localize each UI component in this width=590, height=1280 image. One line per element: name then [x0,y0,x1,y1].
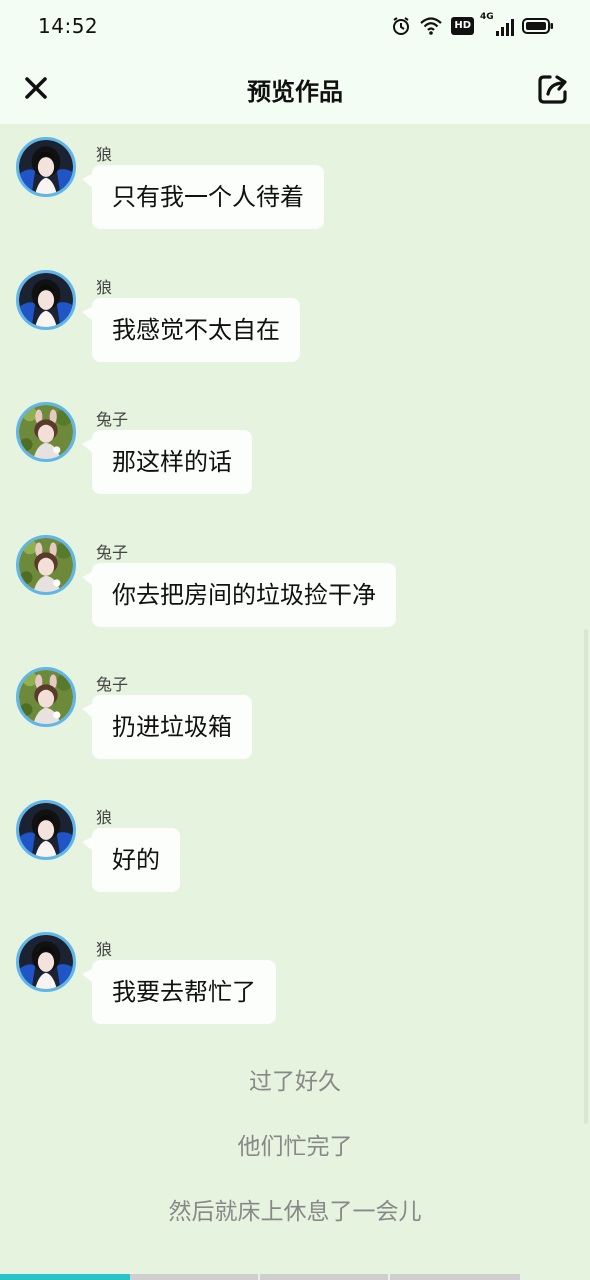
sender-name: 狼 [96,145,113,164]
status-icons: HD 4G [391,12,554,38]
top-app-bar: 预览作品 [0,52,590,124]
signal-indicator: 4G [480,12,514,36]
narration-text: 过了好久 [249,1069,341,1095]
playback-progress[interactable] [0,1274,590,1280]
message-bubble: 那这样的话 [82,430,252,494]
message-bubble: 我要去帮忙了 [82,960,276,1024]
share-button[interactable] [534,70,572,108]
avatar[interactable] [16,800,76,860]
sender-name: 狼 [96,940,113,959]
narration-text: 然后就床上休息了一会儿 [168,1199,422,1225]
avatar[interactable] [16,137,76,197]
narration-text: 他们忙完了 [237,1134,353,1160]
network-type: 4G [480,12,494,22]
signal-bar [506,23,509,36]
signal-bar [501,27,504,36]
message-bubble: 扔进垃圾箱 [82,695,252,759]
wolf-avatar-image [19,935,73,989]
alarm-icon [393,17,410,35]
progress-segment [390,1274,520,1280]
avatar[interactable] [16,932,76,992]
wolf-avatar-image [19,140,73,194]
rabbit-avatar-image [19,405,73,459]
message-bubble: 好的 [82,828,180,892]
message-bubble: 我感觉不太自在 [82,298,300,362]
sender-name: 兔子 [96,410,129,429]
hd-badge: HD [451,17,474,35]
page-title: 预览作品 [247,78,343,106]
chat-scroll-area[interactable] [0,124,590,1274]
rabbit-avatar-image [19,538,73,592]
avatar[interactable] [16,402,76,462]
status-bar: 14:52 HD 4G [0,0,590,52]
rabbit-avatar-image [19,670,73,724]
sender-name: 狼 [96,278,113,297]
avatar[interactable] [16,270,76,330]
sender-name: 兔子 [96,675,129,694]
share-icon [538,75,567,104]
progress-segment [260,1274,388,1280]
sender-name: 兔子 [96,543,129,562]
wolf-avatar-image [19,273,73,327]
progress-segment [130,1274,258,1280]
wifi-icon [420,17,443,35]
message-bubble: 你去把房间的垃圾捡干净 [82,563,396,627]
signal-bar [511,19,514,36]
battery-icon [522,18,553,34]
progress-fill [0,1274,130,1280]
avatar[interactable] [16,667,76,727]
status-time: 14:52 [38,14,99,38]
wolf-avatar-image [19,803,73,857]
signal-bar [496,31,499,36]
scrollbar-thumb[interactable] [584,629,588,1124]
avatar[interactable] [16,535,76,595]
sender-name: 狼 [96,808,113,827]
message-bubble: 只有我一个人待着 [82,165,324,229]
